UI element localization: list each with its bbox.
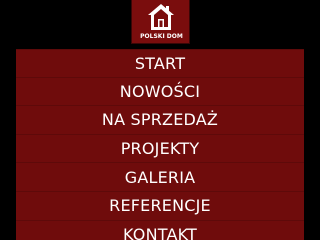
menu-item-label: NA SPRZEDAŻ xyxy=(101,110,219,130)
house-icon xyxy=(148,4,174,30)
menu-item-start[interactable]: START xyxy=(16,49,304,78)
menu-item-referencje[interactable]: REFERENCJE xyxy=(16,191,304,221)
menu-item-kontakt[interactable]: KONTAKT xyxy=(16,220,304,240)
logo-text: POLSKI DOM xyxy=(140,33,183,40)
logo[interactable]: POLSKI DOM xyxy=(131,0,190,44)
menu-item-label: GALERIA xyxy=(124,167,196,187)
menu-item-label: KONTAKT xyxy=(122,224,198,240)
menu-item-label: NOWOŚCI xyxy=(119,81,201,101)
main-menu: START NOWOŚCI NA SPRZEDAŻ PROJEKTY GALER… xyxy=(16,49,304,240)
menu-item-label: REFERENCJE xyxy=(109,196,211,216)
menu-item-galeria[interactable]: GALERIA xyxy=(16,163,304,192)
menu-item-label: START xyxy=(134,53,186,73)
menu-item-projekty[interactable]: PROJEKTY xyxy=(16,134,304,164)
menu-item-nowosci[interactable]: NOWOŚCI xyxy=(16,77,304,107)
menu-item-na-sprzedaz[interactable]: NA SPRZEDAŻ xyxy=(16,106,304,135)
page: POLSKI DOM START NOWOŚCI NA SPRZEDAŻ PRO… xyxy=(0,0,320,240)
menu-item-label: PROJEKTY xyxy=(120,139,200,159)
